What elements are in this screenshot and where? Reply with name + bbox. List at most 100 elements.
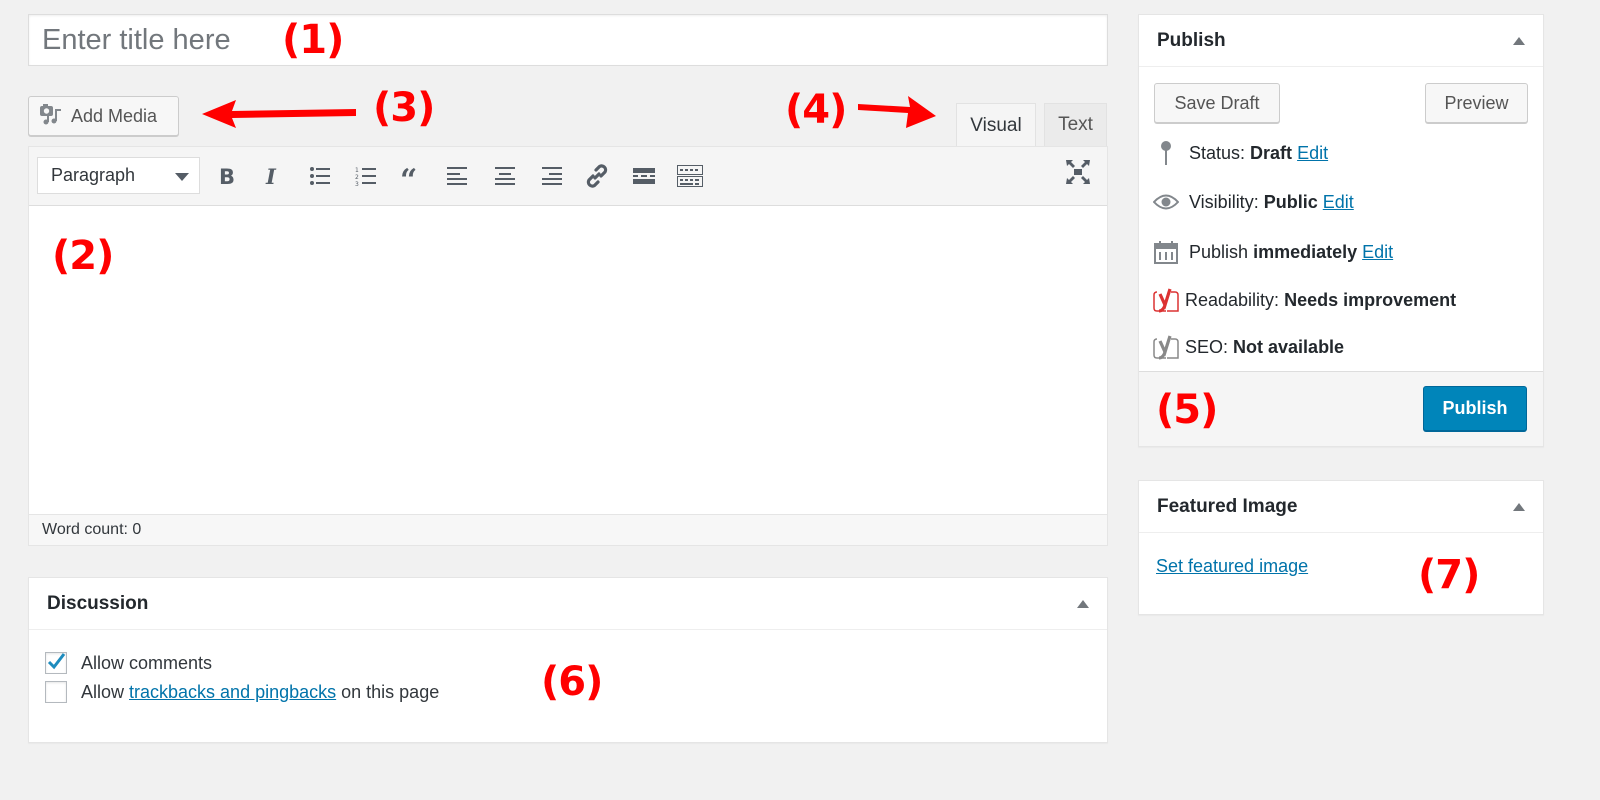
link-icon: [584, 163, 610, 189]
annotation-arrow-3: [202, 100, 356, 128]
editor-status-bar: Word count: 0: [29, 514, 1107, 545]
align-right-button[interactable]: [534, 159, 568, 193]
status-label: Status:: [1189, 142, 1246, 163]
blockquote-button[interactable]: “: [395, 159, 429, 193]
allow-comments-row: Allow comments: [45, 652, 212, 674]
add-media-button[interactable]: Add Media: [28, 96, 179, 136]
annotation-label-5: (5): [1156, 387, 1218, 433]
svg-text:3: 3: [355, 181, 359, 186]
publish-header[interactable]: Publish: [1139, 15, 1543, 67]
bold-icon: B: [217, 165, 237, 187]
media-icon: [39, 103, 63, 130]
italic-button[interactable]: I: [256, 159, 290, 193]
trackbacks-pingbacks-link[interactable]: trackbacks and pingbacks: [129, 682, 336, 703]
collapse-arrow-icon[interactable]: [1513, 502, 1525, 511]
read-more-button[interactable]: [627, 159, 661, 193]
eye-icon: [1153, 189, 1179, 215]
annotation-label-1: (1): [282, 17, 344, 63]
publish-title: Publish: [1157, 29, 1226, 51]
edit-schedule-link[interactable]: Edit: [1362, 242, 1393, 263]
yoast-readability-icon: [1153, 287, 1179, 313]
align-right-icon: [540, 166, 562, 186]
annotation-label-2: (2): [52, 233, 114, 279]
checkmark-icon: [47, 653, 66, 670]
tab-text[interactable]: Text: [1044, 103, 1107, 146]
toolbar-toggle-button[interactable]: [673, 159, 707, 193]
featured-image-box: Featured Image Set featured image: [1138, 480, 1544, 615]
allow-pingbacks-row: Allow trackbacks and pingbacks on this p…: [45, 681, 439, 703]
bold-button[interactable]: B: [210, 159, 244, 193]
allow-pingbacks-suffix: on this page: [336, 681, 440, 702]
numbered-list-icon: 123: [355, 166, 377, 186]
seo-value: Not available: [1233, 336, 1345, 357]
align-left-button[interactable]: [441, 159, 475, 193]
title-field-wrapper: [28, 14, 1108, 66]
discussion-header[interactable]: Discussion: [29, 578, 1107, 630]
schedule-value: immediately: [1253, 241, 1358, 262]
dropdown-caret-icon: [175, 173, 189, 181]
format-select[interactable]: Paragraph: [37, 157, 200, 194]
schedule-row: Publish immediately Edit: [1153, 239, 1393, 265]
seo-row: SEO: Not available: [1153, 334, 1344, 360]
allow-comments-label: Allow comments: [81, 652, 213, 673]
svg-text:“: “: [400, 166, 417, 186]
editor-toolbar: Paragraph B I 123 “: [29, 147, 1107, 206]
edit-visibility-link[interactable]: Edit: [1323, 192, 1354, 213]
publish-box: Publish Save Draft Preview Status: Draft…: [1138, 14, 1544, 447]
svg-text:B: B: [219, 165, 235, 187]
readability-row: Readability: Needs improvement: [1153, 287, 1456, 313]
align-left-icon: [447, 166, 469, 186]
allow-pingbacks-checkbox[interactable]: [45, 681, 67, 703]
numbered-list-button[interactable]: 123: [349, 159, 383, 193]
preview-button[interactable]: Preview: [1425, 83, 1528, 123]
schedule-label: Publish: [1189, 241, 1249, 262]
format-select-value: Paragraph: [51, 165, 136, 185]
status-value: Draft: [1250, 142, 1293, 163]
svg-text:1: 1: [355, 167, 359, 174]
svg-text:2: 2: [355, 174, 359, 181]
collapse-arrow-icon[interactable]: [1077, 599, 1089, 608]
pin-icon: [1153, 140, 1179, 166]
tab-visual[interactable]: Visual: [956, 103, 1036, 147]
align-center-button[interactable]: [488, 159, 522, 193]
seo-label: SEO:: [1185, 336, 1229, 357]
discussion-title: Discussion: [47, 592, 149, 614]
bulleted-list-button[interactable]: [303, 159, 337, 193]
blockquote-icon: “: [400, 166, 424, 186]
insert-link-button[interactable]: [580, 159, 614, 193]
readability-value: Needs improvement: [1284, 289, 1457, 310]
visibility-row: Visibility: Public Edit: [1153, 189, 1354, 215]
set-featured-image-link[interactable]: Set featured image: [1156, 556, 1308, 577]
visibility-label: Visibility:: [1189, 191, 1259, 212]
featured-image-header[interactable]: Featured Image: [1139, 481, 1543, 533]
add-media-label: Add Media: [71, 105, 158, 126]
featured-image-title: Featured Image: [1157, 495, 1298, 517]
bulleted-list-icon: [309, 166, 331, 186]
italic-icon: I: [263, 165, 283, 187]
publish-button[interactable]: Publish: [1423, 386, 1527, 431]
toolbar-toggle-icon: [677, 165, 703, 187]
edit-status-link[interactable]: Edit: [1297, 143, 1328, 164]
allow-comments-checkbox[interactable]: [45, 652, 67, 674]
annotation-label-6: (6): [541, 659, 603, 705]
collapse-arrow-icon[interactable]: [1513, 36, 1525, 45]
annotation-label-3: (3): [373, 85, 435, 131]
editor-content-area[interactable]: [29, 206, 1107, 516]
annotation-label-7: (7): [1418, 552, 1480, 598]
fullscreen-button[interactable]: [1061, 155, 1095, 189]
post-title-input[interactable]: [29, 15, 1107, 65]
align-center-icon: [494, 166, 516, 186]
calendar-icon: [1153, 239, 1179, 265]
fullscreen-icon: [1066, 160, 1090, 184]
save-draft-button[interactable]: Save Draft: [1154, 83, 1280, 123]
readability-label: Readability:: [1185, 289, 1280, 310]
visibility-value: Public: [1263, 191, 1318, 212]
svg-text:I: I: [265, 165, 277, 187]
annotation-arrow-4: [858, 96, 936, 128]
annotation-label-4: (4): [785, 87, 847, 133]
content-editor: Paragraph B I 123 “ Word count: 0: [28, 146, 1108, 546]
allow-pingbacks-prefix: Allow: [81, 681, 130, 702]
word-count: Word count: 0: [42, 521, 142, 538]
status-row: Status: Draft Edit: [1153, 140, 1328, 166]
read-more-icon: [633, 166, 655, 186]
